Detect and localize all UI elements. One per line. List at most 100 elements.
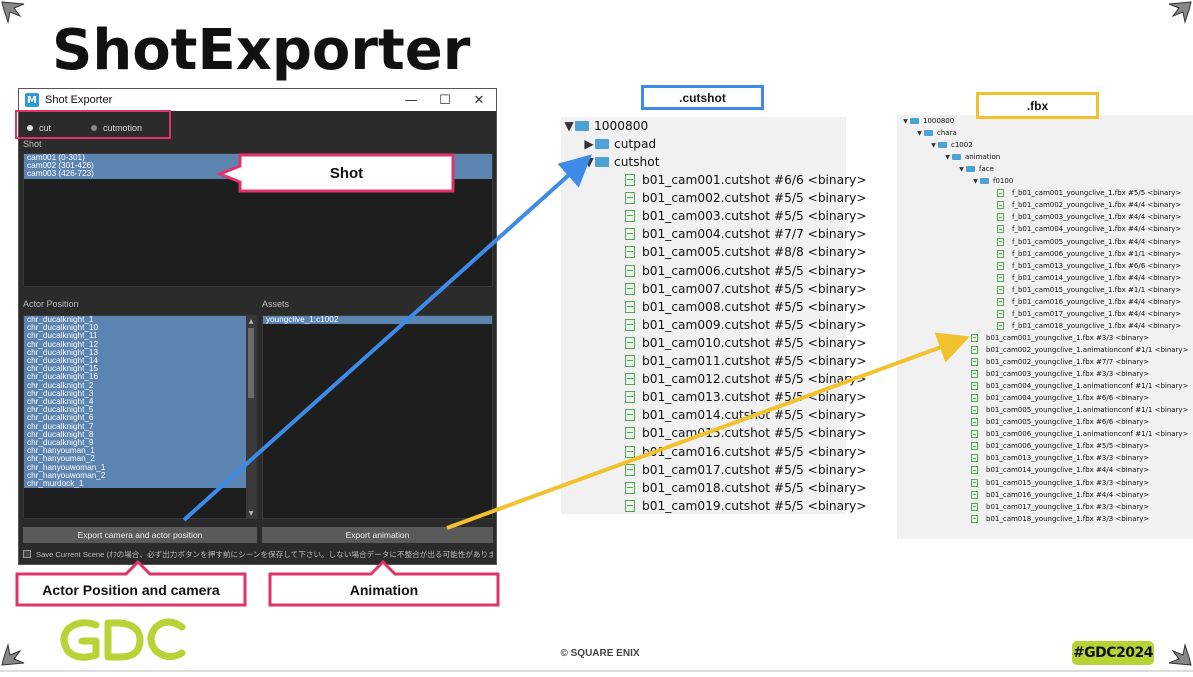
export-animation-button[interactable]: Export animation: [262, 527, 493, 543]
tree-node-label: b01_cam004_youngclive_1.animationconf #1…: [986, 382, 1189, 391]
fbx-folder-row[interactable]: ▼ face: [957, 165, 994, 173]
actor-list-scrollbar[interactable]: ▲ ▼: [246, 316, 256, 518]
footer-divider: [0, 670, 1193, 672]
cutshot-file-row[interactable]: b01_cam002.cutshot #5/5 <binary>: [625, 191, 867, 205]
cutshot-file-row[interactable]: b01_cam015.cutshot #5/5 <binary>: [625, 426, 867, 440]
cutshot-file-row[interactable]: b01_cam016.cutshot #5/5 <binary>: [625, 445, 867, 459]
actor-position-list[interactable]: chr_ducalknight_1 chr_ducalknight_10 chr_d…: [23, 315, 257, 519]
slide-title: ShotExporter: [52, 18, 471, 83]
scroll-down-icon[interactable]: ▼: [246, 508, 256, 518]
file-icon: [625, 210, 635, 223]
fbx-anim-file-row[interactable]: b01_cam016_youngclive_1.fbx #4/4 <binary…: [971, 490, 1149, 499]
cutshot-file-row[interactable]: b01_cam010.cutshot #5/5 <binary>: [625, 336, 867, 350]
file-label: b01_cam012.cutshot #5/5 <binary>: [642, 372, 867, 387]
fbx-anim-file-row[interactable]: b01_cam001_youngclive_1.fbx #3/3 <binary…: [971, 333, 1149, 342]
fbx-folder-row[interactable]: ▼ c1002: [929, 141, 972, 149]
save-scene-row[interactable]: Save Current Scene (ｵﾌの場合、必ず出力ボタンを押す前にシー…: [23, 547, 493, 561]
fbx-face-file-row[interactable]: f_b01_cam003_youngclive_1.fbx #4/4 <bina…: [997, 213, 1181, 222]
fbx-anim-file-row[interactable]: b01_cam014_youngclive_1.fbx #4/4 <binary…: [971, 466, 1150, 475]
close-button[interactable]: ✕: [462, 89, 496, 111]
cutshot-file-row[interactable]: b01_cam013.cutshot #5/5 <binary>: [625, 390, 867, 404]
folder-icon: [924, 130, 933, 137]
fbx-folder-row[interactable]: ▼ 1000800: [901, 117, 954, 125]
fbx-face-file-row[interactable]: f_b01_cam013_youngclive_1.fbx #6/6 <bina…: [997, 261, 1181, 270]
scroll-up-icon[interactable]: ▲: [246, 316, 256, 326]
fbx-folder-row[interactable]: ▼ animation: [943, 153, 1000, 161]
window-titlebar[interactable]: M Shot Exporter — ☐ ✕: [19, 89, 496, 111]
fbx-anim-file-row[interactable]: b01_cam005_youngclive_1.animationconf #1…: [971, 406, 1188, 415]
fbx-anim-file-row[interactable]: b01_cam013_youngclive_1.fbx #3/3 <binary…: [971, 454, 1149, 463]
shot-section-label: Shot: [23, 139, 42, 149]
fbx-anim-file-row[interactable]: b01_cam015_youngclive_1.fbx #3/3 <binary…: [971, 478, 1149, 487]
tree-node-label: b01_cam005_youngclive_1.fbx #6/6 <binary…: [986, 418, 1150, 427]
fbx-tree-panel: ▼ 1000800 ▼ chara ▼ c1002 ▼ animation ▼ face ▼ f010…: [897, 115, 1193, 539]
cutshot-file-row[interactable]: b01_cam019.cutshot #5/5 <binary>: [625, 499, 867, 513]
cutshot-file-row[interactable]: b01_cam008.cutshot #5/5 <binary>: [625, 300, 867, 314]
fbx-anim-file-row[interactable]: b01_cam004_youngclive_1.fbx #6/6 <binary…: [971, 394, 1149, 403]
fbx-face-file-row[interactable]: f_b01_cam004_youngclive_1.fbx #4/4 <bina…: [997, 225, 1181, 234]
fbx-face-file-row[interactable]: f_b01_cam014_youngclive_1.fbx #4/4 <bina…: [997, 273, 1181, 282]
fbx-folder-row[interactable]: ▼ f0100: [971, 177, 1013, 185]
fbx-anim-file-row[interactable]: b01_cam017_youngclive_1.fbx #3/3 <binary…: [971, 502, 1149, 511]
fbx-face-file-row[interactable]: f_b01_cam017_youngclive_1.fbx #4/4 <bina…: [997, 309, 1181, 318]
tree-node-cutshot[interactable]: ▼ cutshot: [583, 155, 659, 169]
file-icon: [971, 370, 978, 379]
tree-node-cutpad[interactable]: ▶ cutpad: [583, 137, 656, 151]
cutshot-file-row[interactable]: b01_cam007.cutshot #5/5 <binary>: [625, 282, 867, 296]
cutshot-file-row[interactable]: b01_cam011.cutshot #5/5 <binary>: [625, 354, 867, 368]
cutshot-file-row[interactable]: b01_cam003.cutshot #5/5 <binary>: [625, 209, 867, 223]
tree-node-label: b01_cam018_youngclive_1.fbx #3/3 <binary…: [986, 514, 1150, 523]
actor-list-item[interactable]: chr_murdock_1: [24, 479, 248, 489]
cutshot-file-row[interactable]: b01_cam005.cutshot #8/8 <binary>: [625, 245, 867, 259]
fbx-face-file-row[interactable]: f_b01_cam006_youngclive_1.fbx #1/1 <bina…: [997, 249, 1181, 258]
scroll-thumb[interactable]: [248, 328, 254, 398]
tree-node-label: face: [979, 165, 994, 174]
maximize-button[interactable]: ☐: [428, 89, 462, 111]
file-icon: [625, 445, 635, 458]
cutshot-file-row[interactable]: b01_cam014.cutshot #5/5 <binary>: [625, 408, 867, 422]
tree-node-label: f_b01_cam002_youngclive_1.fbx #4/4 <bina…: [1012, 201, 1182, 210]
cutshot-tree-panel: ▼ 1000800 ▶ cutpad ▼ cutshot b01_cam001.…: [561, 117, 867, 514]
file-icon: [625, 246, 635, 259]
tree-node-label: b01_cam003_youngclive_1.fbx #3/3 <binary…: [986, 370, 1150, 379]
fbx-face-file-row[interactable]: f_b01_cam005_youngclive_1.fbx #4/4 <bina…: [997, 237, 1181, 246]
tree-node-label: b01_cam014_youngclive_1.fbx #4/4 <binary…: [986, 466, 1150, 475]
fbx-anim-file-row[interactable]: b01_cam002_youngclive_1.fbx #7/7 <binary…: [971, 358, 1149, 366]
fbx-anim-file-row[interactable]: b01_cam005_youngclive_1.fbx #6/6 <binary…: [971, 418, 1150, 427]
fbx-face-file-row[interactable]: f_b01_cam016_youngclive_1.fbx #4/4 <bina…: [997, 297, 1181, 306]
fbx-face-file-row[interactable]: f_b01_cam018_youngclive_1.fbx #4/4 <bina…: [997, 321, 1181, 330]
fbx-anim-file-row[interactable]: b01_cam003_youngclive_1.fbx #3/3 <binary…: [971, 370, 1150, 379]
export-camera-button[interactable]: Export camera and actor position: [23, 527, 257, 543]
fbx-anim-file-row[interactable]: b01_cam004_youngclive_1.animationconf #1…: [971, 382, 1189, 391]
tree-node-label: cutpad: [614, 137, 657, 151]
cutshot-file-row[interactable]: b01_cam017.cutshot #5/5 <binary>: [625, 463, 867, 477]
fbx-anim-file-row[interactable]: b01_cam006_youngclive_1.animationconf #1…: [971, 430, 1188, 439]
cutshot-file-row[interactable]: b01_cam006.cutshot #5/5 <binary>: [625, 264, 867, 278]
tree-node-label: b01_cam002_youngclive_1.animationconf #1…: [986, 345, 1189, 354]
assets-list[interactable]: youngclive_1:c1002: [262, 315, 493, 519]
fbx-face-file-row[interactable]: f_b01_cam015_youngclive_1.fbx #1/1 <bina…: [997, 285, 1181, 294]
tree-node-label: chara: [937, 129, 957, 138]
minimize-button[interactable]: —: [394, 89, 428, 111]
folder-icon: [938, 142, 947, 149]
fbx-face-file-row[interactable]: f_b01_cam001_youngclive_1.fbx #5/5 <bina…: [997, 189, 1181, 198]
cutshot-file-row[interactable]: b01_cam009.cutshot #5/5 <binary>: [625, 318, 867, 332]
cutshot-file-row[interactable]: b01_cam004.cutshot #7/7 <binary>: [625, 227, 867, 241]
window-title: Shot Exporter: [45, 94, 113, 106]
gdc-logo: [60, 618, 186, 661]
fbx-anim-file-row[interactable]: b01_cam006_youngclive_1.fbx #5/5 <binary…: [971, 442, 1149, 451]
fbx-anim-file-row[interactable]: b01_cam018_youngclive_1.fbx #3/3 <binary…: [971, 514, 1150, 523]
fbx-folder-row[interactable]: ▼ chara: [915, 129, 957, 137]
save-scene-checkbox[interactable]: [23, 550, 31, 558]
assets-list-item[interactable]: youngclive_1:c1002: [263, 316, 492, 325]
fbx-anim-file-row[interactable]: b01_cam002_youngclive_1.animationconf #1…: [971, 345, 1189, 354]
tree-node-root[interactable]: ▼ 1000800: [563, 119, 648, 133]
file-label: b01_cam002.cutshot #5/5 <binary>: [642, 191, 867, 206]
file-icon: [971, 418, 978, 427]
fbx-face-file-row[interactable]: f_b01_cam002_youngclive_1.fbx #4/4 <bina…: [997, 201, 1182, 210]
file-icon: [997, 297, 1004, 306]
cutshot-file-row[interactable]: b01_cam018.cutshot #5/5 <binary>: [625, 481, 867, 495]
file-icon: [971, 514, 978, 523]
cutshot-file-row[interactable]: b01_cam012.cutshot #5/5 <binary>: [625, 372, 867, 386]
cutshot-file-row[interactable]: b01_cam001.cutshot #6/6 <binary>: [625, 173, 867, 187]
